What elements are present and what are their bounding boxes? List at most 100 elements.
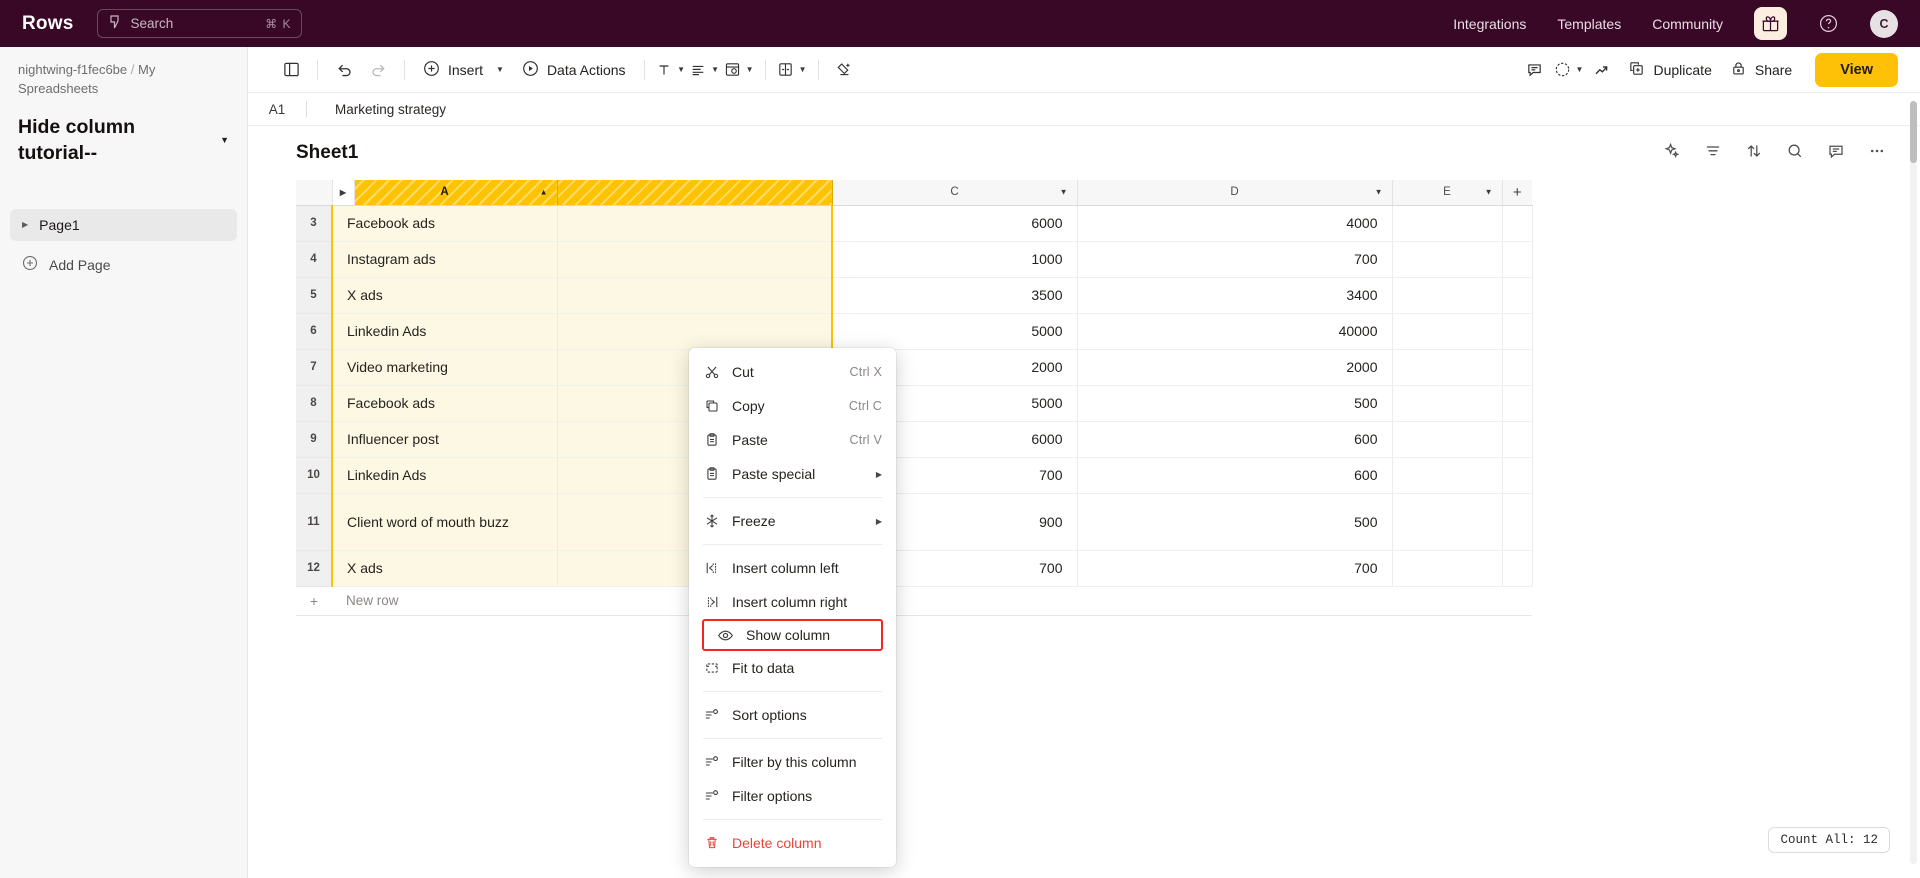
row-number[interactable]: 12 bbox=[296, 550, 333, 587]
scrollbar-thumb[interactable] bbox=[1910, 101, 1917, 163]
cell-a[interactable]: Facebook ads bbox=[331, 205, 558, 242]
chevron-down-icon[interactable]: ▼ bbox=[220, 135, 229, 145]
more-options-icon[interactable] bbox=[1868, 142, 1886, 165]
cell-e[interactable] bbox=[1392, 313, 1503, 350]
cell-style-icon[interactable]: ▼ bbox=[722, 55, 756, 85]
merge-cells-icon[interactable]: ▼ bbox=[775, 55, 809, 85]
view-button[interactable]: View bbox=[1815, 52, 1898, 87]
cell-c[interactable]: 5000 bbox=[832, 313, 1078, 350]
cell-b[interactable] bbox=[557, 313, 833, 350]
menu-item-delete-column[interactable]: Delete column bbox=[689, 826, 896, 860]
align-icon[interactable]: ▼ bbox=[688, 55, 722, 85]
cell-d[interactable]: 500 bbox=[1077, 493, 1393, 551]
cell-e[interactable] bbox=[1392, 277, 1503, 314]
cell-d[interactable]: 4000 bbox=[1077, 205, 1393, 242]
menu-item-show-column[interactable]: Show column bbox=[702, 619, 883, 651]
row-number[interactable]: 10 bbox=[296, 457, 333, 494]
add-page-button[interactable]: Add Page bbox=[0, 250, 247, 280]
table-row[interactable]: 6 Linkedin Ads 5000 40000 bbox=[296, 313, 1533, 350]
cell-c[interactable]: 1000 bbox=[832, 241, 1078, 278]
cell-e[interactable] bbox=[1392, 421, 1503, 458]
cell-d[interactable]: 2000 bbox=[1077, 349, 1393, 386]
formula-input[interactable]: Marketing strategy bbox=[307, 102, 446, 117]
menu-item-sort-options[interactable]: Sort options bbox=[689, 698, 896, 732]
table-row[interactable]: 7 Video marketing 2000 2000 bbox=[296, 349, 1533, 386]
cell-a[interactable]: Client word of mouth buzz bbox=[331, 493, 558, 551]
menu-item-filter-options[interactable]: Filter options bbox=[689, 779, 896, 813]
cell-d[interactable]: 500 bbox=[1077, 385, 1393, 422]
new-row[interactable]: + New row bbox=[296, 587, 1532, 616]
column-header-b[interactable] bbox=[557, 180, 833, 206]
cell-a[interactable]: X ads bbox=[331, 550, 558, 587]
vertical-scrollbar[interactable] bbox=[1910, 101, 1917, 864]
menu-item-insert-column-right[interactable]: Insert column right bbox=[689, 585, 896, 619]
duplicate-button[interactable]: Duplicate bbox=[1619, 55, 1720, 85]
version-history-icon[interactable]: ▼ bbox=[1551, 55, 1585, 85]
undo-icon[interactable] bbox=[327, 55, 361, 85]
column-header-e[interactable]: E ▼ bbox=[1392, 180, 1503, 206]
chevron-right-icon[interactable]: ▶ bbox=[22, 220, 28, 229]
sidebar-panel-icon[interactable] bbox=[274, 55, 308, 85]
comment-icon[interactable] bbox=[1827, 142, 1845, 165]
column-context-menu[interactable]: Cut Ctrl X Copy Ctrl C Paste Ctrl V Paste spec… bbox=[689, 348, 896, 867]
table-row[interactable]: 3 Facebook ads 6000 4000 bbox=[296, 205, 1533, 242]
cell-e[interactable] bbox=[1392, 457, 1503, 494]
cell-d[interactable]: 3400 bbox=[1077, 277, 1393, 314]
row-number[interactable]: 5 bbox=[296, 277, 333, 314]
search-icon[interactable] bbox=[1786, 142, 1804, 165]
select-all-corner[interactable] bbox=[296, 180, 333, 206]
gift-icon[interactable] bbox=[1754, 7, 1787, 40]
sidebar-item-page1[interactable]: ▶ Page1 bbox=[10, 208, 237, 241]
insert-button[interactable]: Insert ▼ bbox=[414, 55, 513, 85]
cell-c[interactable]: 3500 bbox=[832, 277, 1078, 314]
chevron-down-icon[interactable]: ▼ bbox=[1060, 188, 1068, 197]
table-row[interactable]: 4 Instagram ads 1000 700 bbox=[296, 241, 1533, 278]
show-hidden-column-icon[interactable]: ▶ bbox=[332, 180, 355, 205]
nav-integrations[interactable]: Integrations bbox=[1453, 16, 1526, 32]
row-number[interactable]: 8 bbox=[296, 385, 333, 422]
row-number[interactable]: 4 bbox=[296, 241, 333, 278]
spreadsheet-grid[interactable]: ▶ A ▲ C ▼ D ▼ E ▼ + 3 Facebook ads 6000 … bbox=[248, 180, 1920, 878]
menu-item-paste-special[interactable]: Paste special ▶ bbox=[689, 457, 896, 491]
column-header-c[interactable]: C ▼ bbox=[832, 180, 1078, 206]
cell-a[interactable]: Linkedin Ads bbox=[331, 313, 558, 350]
column-header-d[interactable]: D ▼ bbox=[1077, 180, 1393, 206]
new-row-plus-icon[interactable]: + bbox=[296, 593, 332, 609]
cell-e[interactable] bbox=[1392, 349, 1503, 386]
cell-reference[interactable]: A1 bbox=[248, 102, 306, 117]
cell-a[interactable]: Linkedin Ads bbox=[331, 457, 558, 494]
text-format-icon[interactable]: ▼ bbox=[654, 55, 688, 85]
avatar[interactable]: C bbox=[1870, 9, 1898, 38]
search-input[interactable]: Search ⌘ K bbox=[97, 9, 303, 38]
menu-item-copy[interactable]: Copy Ctrl C bbox=[689, 389, 896, 423]
table-row[interactable]: 9 Influencer post 6000 600 bbox=[296, 421, 1533, 458]
table-row[interactable]: 8 Facebook ads 5000 500 bbox=[296, 385, 1533, 422]
menu-item-paste[interactable]: Paste Ctrl V bbox=[689, 423, 896, 457]
cell-e[interactable] bbox=[1392, 493, 1503, 551]
cell-d[interactable]: 600 bbox=[1077, 421, 1393, 458]
app-logo[interactable]: Rows bbox=[22, 13, 73, 35]
clear-format-icon[interactable] bbox=[828, 55, 862, 85]
row-number[interactable]: 7 bbox=[296, 349, 333, 386]
cell-e[interactable] bbox=[1392, 241, 1503, 278]
cell-e[interactable] bbox=[1392, 205, 1503, 242]
cell-a[interactable]: X ads bbox=[331, 277, 558, 314]
cell-d[interactable]: 600 bbox=[1077, 457, 1393, 494]
menu-item-filter-by-this-column[interactable]: Filter by this column bbox=[689, 745, 896, 779]
nav-templates[interactable]: Templates bbox=[1557, 16, 1621, 32]
row-number[interactable]: 9 bbox=[296, 421, 333, 458]
table-row[interactable]: 11 Client word of mouth buzz 900 500 bbox=[296, 493, 1533, 551]
menu-item-fit-to-data[interactable]: Fit to data bbox=[689, 651, 896, 685]
cell-b[interactable] bbox=[557, 241, 833, 278]
cell-d[interactable]: 700 bbox=[1077, 241, 1393, 278]
table-row[interactable]: 12 X ads 700 700 bbox=[296, 550, 1533, 587]
chevron-down-icon[interactable]: ▼ bbox=[1375, 188, 1383, 197]
cell-a[interactable]: Influencer post bbox=[331, 421, 558, 458]
cell-a[interactable]: Video marketing bbox=[331, 349, 558, 386]
table-row[interactable]: 10 Linkedin Ads 700 600 bbox=[296, 457, 1533, 494]
share-button[interactable]: Share bbox=[1721, 55, 1801, 85]
scrollbar-track[interactable] bbox=[1910, 101, 1917, 864]
data-actions-button[interactable]: Data Actions bbox=[513, 55, 635, 85]
cell-d[interactable]: 40000 bbox=[1077, 313, 1393, 350]
cell-c[interactable]: 6000 bbox=[832, 205, 1078, 242]
